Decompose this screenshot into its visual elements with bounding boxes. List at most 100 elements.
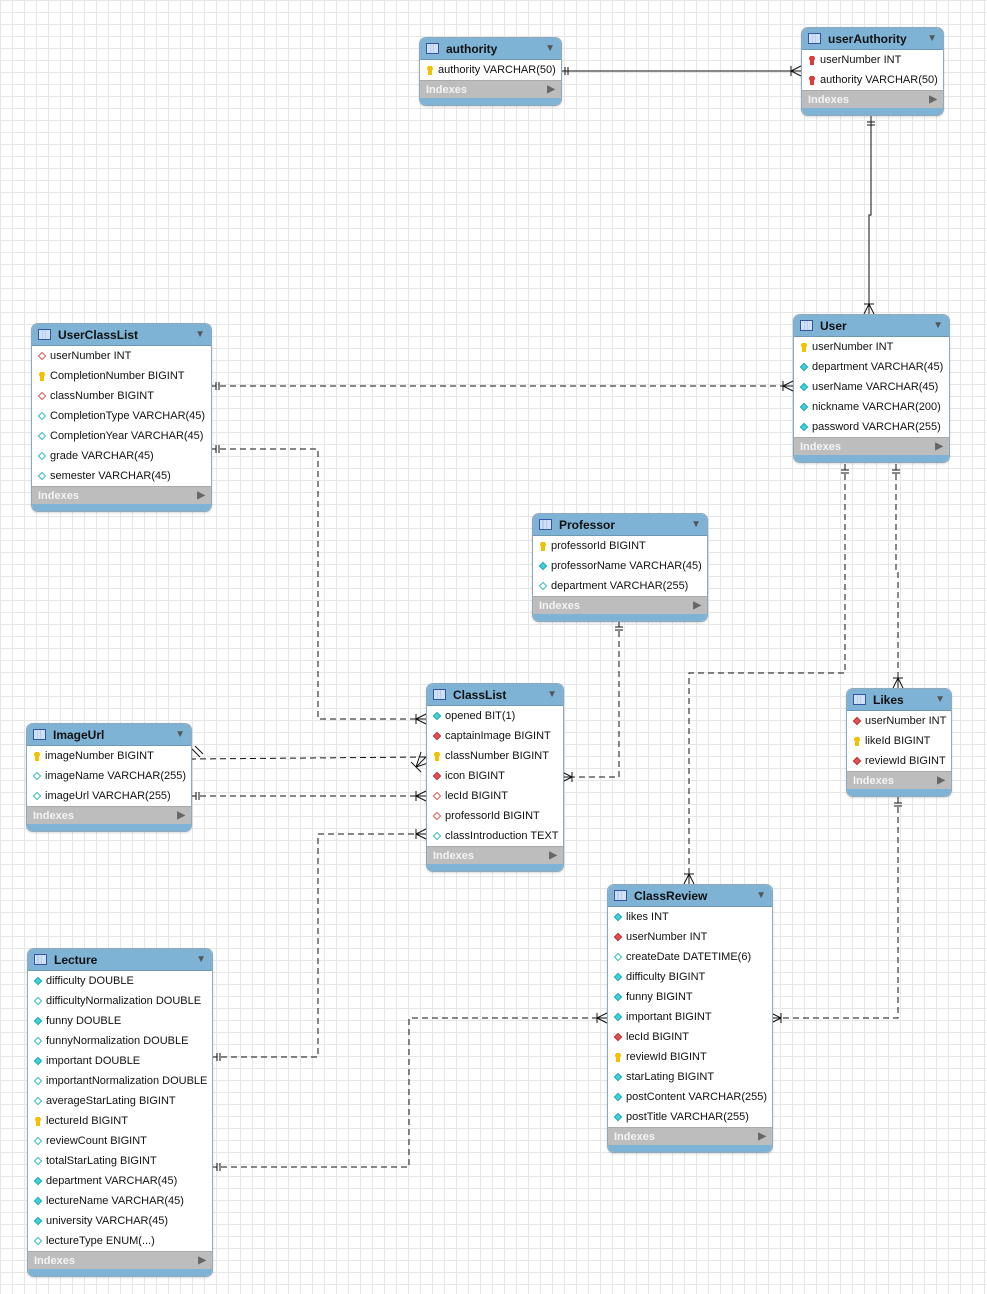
indexes-section[interactable]: Indexes ▶	[427, 846, 563, 864]
column-row[interactable]: semester VARCHAR(45)	[32, 466, 211, 486]
column-row[interactable]: reviewCount BIGINT	[28, 1131, 212, 1151]
table-Likes[interactable]: Likes ▼ userNumber INT likeId BIGINT reviewI…	[846, 688, 952, 797]
column-row[interactable]: professorId BIGINT	[427, 806, 563, 826]
column-row[interactable]: difficultyNormalization DOUBLE	[28, 991, 212, 1011]
column-row[interactable]: authority VARCHAR(50)	[802, 70, 943, 90]
column-row[interactable]: userNumber INT	[32, 346, 211, 366]
collapse-arrow-icon[interactable]: ▼	[691, 519, 701, 530]
column-row[interactable]: department VARCHAR(45)	[794, 357, 949, 377]
table-authority[interactable]: authority ▼ authority VARCHAR(50) Indexes ▶	[419, 37, 562, 106]
column-row[interactable]: professorName VARCHAR(45)	[533, 556, 707, 576]
collapse-arrow-icon[interactable]: ▼	[196, 954, 206, 965]
column-row[interactable]: CompletionType VARCHAR(45)	[32, 406, 211, 426]
indexes-section[interactable]: Indexes ▶	[794, 437, 949, 455]
relationship-User-Likes[interactable]	[895, 464, 899, 688]
column-row[interactable]: importantNormalization DOUBLE	[28, 1071, 212, 1091]
expand-arrow-icon[interactable]: ▶	[693, 600, 701, 611]
column-row[interactable]: nickname VARCHAR(200)	[794, 397, 949, 417]
table-header[interactable]: userAuthority ▼	[802, 28, 943, 50]
column-row[interactable]: likeId BIGINT	[847, 731, 951, 751]
column-row[interactable]: funny BIGINT	[608, 987, 772, 1007]
relationship-Lecture-ClassList[interactable]	[211, 833, 426, 1058]
column-row[interactable]: reviewId BIGINT	[608, 1047, 772, 1067]
expand-arrow-icon[interactable]: ▶	[198, 1255, 206, 1266]
column-row[interactable]: lectureName VARCHAR(45)	[28, 1191, 212, 1211]
indexes-section[interactable]: Indexes ▶	[847, 771, 951, 789]
column-row[interactable]: classNumber BIGINT	[32, 386, 211, 406]
table-userAuthority[interactable]: userAuthority ▼ userNumber INT authority VA…	[801, 27, 944, 116]
column-row[interactable]: lecId BIGINT	[608, 1027, 772, 1047]
column-row[interactable]: starLating BIGINT	[608, 1067, 772, 1087]
column-row[interactable]: reviewId BIGINT	[847, 751, 951, 771]
table-Lecture[interactable]: Lecture ▼ difficulty DOUBLE difficultyNorma…	[27, 948, 213, 1277]
relationship-Professor-ClassList[interactable]	[562, 621, 620, 778]
column-row[interactable]: captainImage BIGINT	[427, 726, 563, 746]
column-row[interactable]: department VARCHAR(45)	[28, 1171, 212, 1191]
relationship-ImageUrl-ClassList[interactable]	[189, 756, 427, 760]
column-row[interactable]: classIntroduction TEXT	[427, 826, 563, 846]
column-row[interactable]: lectureId BIGINT	[28, 1111, 212, 1131]
column-row[interactable]: funny DOUBLE	[28, 1011, 212, 1031]
collapse-arrow-icon[interactable]: ▼	[927, 33, 937, 44]
table-Professor[interactable]: Professor ▼ professorId BIGINT professorNam…	[532, 513, 708, 622]
expand-arrow-icon[interactable]: ▶	[758, 1131, 766, 1142]
column-row[interactable]: averageStarLating BIGINT	[28, 1091, 212, 1111]
collapse-arrow-icon[interactable]: ▼	[933, 320, 943, 331]
table-UserClassList[interactable]: UserClassList ▼ userNumber INT CompletionNu…	[31, 323, 212, 512]
column-row[interactable]: important BIGINT	[608, 1007, 772, 1027]
indexes-section[interactable]: Indexes ▶	[27, 806, 191, 824]
expand-arrow-icon[interactable]: ▶	[935, 441, 943, 452]
collapse-arrow-icon[interactable]: ▼	[547, 689, 557, 700]
expand-arrow-icon[interactable]: ▶	[177, 810, 185, 821]
relationship-ClassReview-Likes[interactable]	[771, 797, 899, 1019]
column-row[interactable]: userName VARCHAR(45)	[794, 377, 949, 397]
column-row[interactable]: professorId BIGINT	[533, 536, 707, 556]
indexes-section[interactable]: Indexes ▶	[802, 90, 943, 108]
relationship-ClassList-UserClassList[interactable]	[210, 448, 426, 720]
column-row[interactable]: userNumber INT	[608, 927, 772, 947]
relationship-User-userAuthority[interactable]	[868, 116, 872, 314]
expand-arrow-icon[interactable]: ▶	[547, 84, 555, 95]
column-row[interactable]: postTitle VARCHAR(255)	[608, 1107, 772, 1127]
column-row[interactable]: classNumber BIGINT	[427, 746, 563, 766]
table-ImageUrl[interactable]: ImageUrl ▼ imageNumber BIGINT imageName VAR…	[26, 723, 192, 832]
indexes-section[interactable]: Indexes ▶	[28, 1251, 212, 1269]
column-row[interactable]: imageNumber BIGINT	[27, 746, 191, 766]
column-row[interactable]: CompletionYear VARCHAR(45)	[32, 426, 211, 446]
table-User[interactable]: User ▼ userNumber INT department VARCHAR(45…	[793, 314, 950, 463]
column-row[interactable]: icon BIGINT	[427, 766, 563, 786]
table-header[interactable]: authority ▼	[420, 38, 561, 60]
column-row[interactable]: createDate DATETIME(6)	[608, 947, 772, 967]
column-row[interactable]: grade VARCHAR(45)	[32, 446, 211, 466]
table-header[interactable]: Professor ▼	[533, 514, 707, 536]
table-header[interactable]: ClassList ▼	[427, 684, 563, 706]
table-ClassReview[interactable]: ClassReview ▼ likes INT userNumber INT creat…	[607, 884, 773, 1153]
column-row[interactable]: userNumber INT	[802, 50, 943, 70]
column-row[interactable]: difficulty BIGINT	[608, 967, 772, 987]
indexes-section[interactable]: Indexes ▶	[533, 596, 707, 614]
column-row[interactable]: userNumber INT	[794, 337, 949, 357]
column-row[interactable]: funnyNormalization DOUBLE	[28, 1031, 212, 1051]
column-row[interactable]: userNumber INT	[847, 711, 951, 731]
column-row[interactable]: university VARCHAR(45)	[28, 1211, 212, 1231]
collapse-arrow-icon[interactable]: ▼	[935, 694, 945, 705]
table-ClassList[interactable]: ClassList ▼ opened BIT(1) captainImage BIGI…	[426, 683, 564, 872]
expand-arrow-icon[interactable]: ▶	[929, 94, 937, 105]
collapse-arrow-icon[interactable]: ▼	[545, 43, 555, 54]
column-row[interactable]: lecId BIGINT	[427, 786, 563, 806]
table-header[interactable]: Lecture ▼	[28, 949, 212, 971]
column-row[interactable]: authority VARCHAR(50)	[420, 60, 561, 80]
collapse-arrow-icon[interactable]: ▼	[195, 329, 205, 340]
column-row[interactable]: totalStarLating BIGINT	[28, 1151, 212, 1171]
table-header[interactable]: UserClassList ▼	[32, 324, 211, 346]
column-row[interactable]: lectureType ENUM(...)	[28, 1231, 212, 1251]
table-header[interactable]: User ▼	[794, 315, 949, 337]
column-row[interactable]: imageUrl VARCHAR(255)	[27, 786, 191, 806]
expand-arrow-icon[interactable]: ▶	[549, 850, 557, 861]
indexes-section[interactable]: Indexes ▶	[32, 486, 211, 504]
er-diagram-canvas[interactable]: authority ▼ authority VARCHAR(50) Indexes ▶ u…	[0, 0, 987, 1294]
column-row[interactable]: difficulty DOUBLE	[28, 971, 212, 991]
expand-arrow-icon[interactable]: ▶	[937, 775, 945, 786]
column-row[interactable]: postContent VARCHAR(255)	[608, 1087, 772, 1107]
table-header[interactable]: ClassReview ▼	[608, 885, 772, 907]
